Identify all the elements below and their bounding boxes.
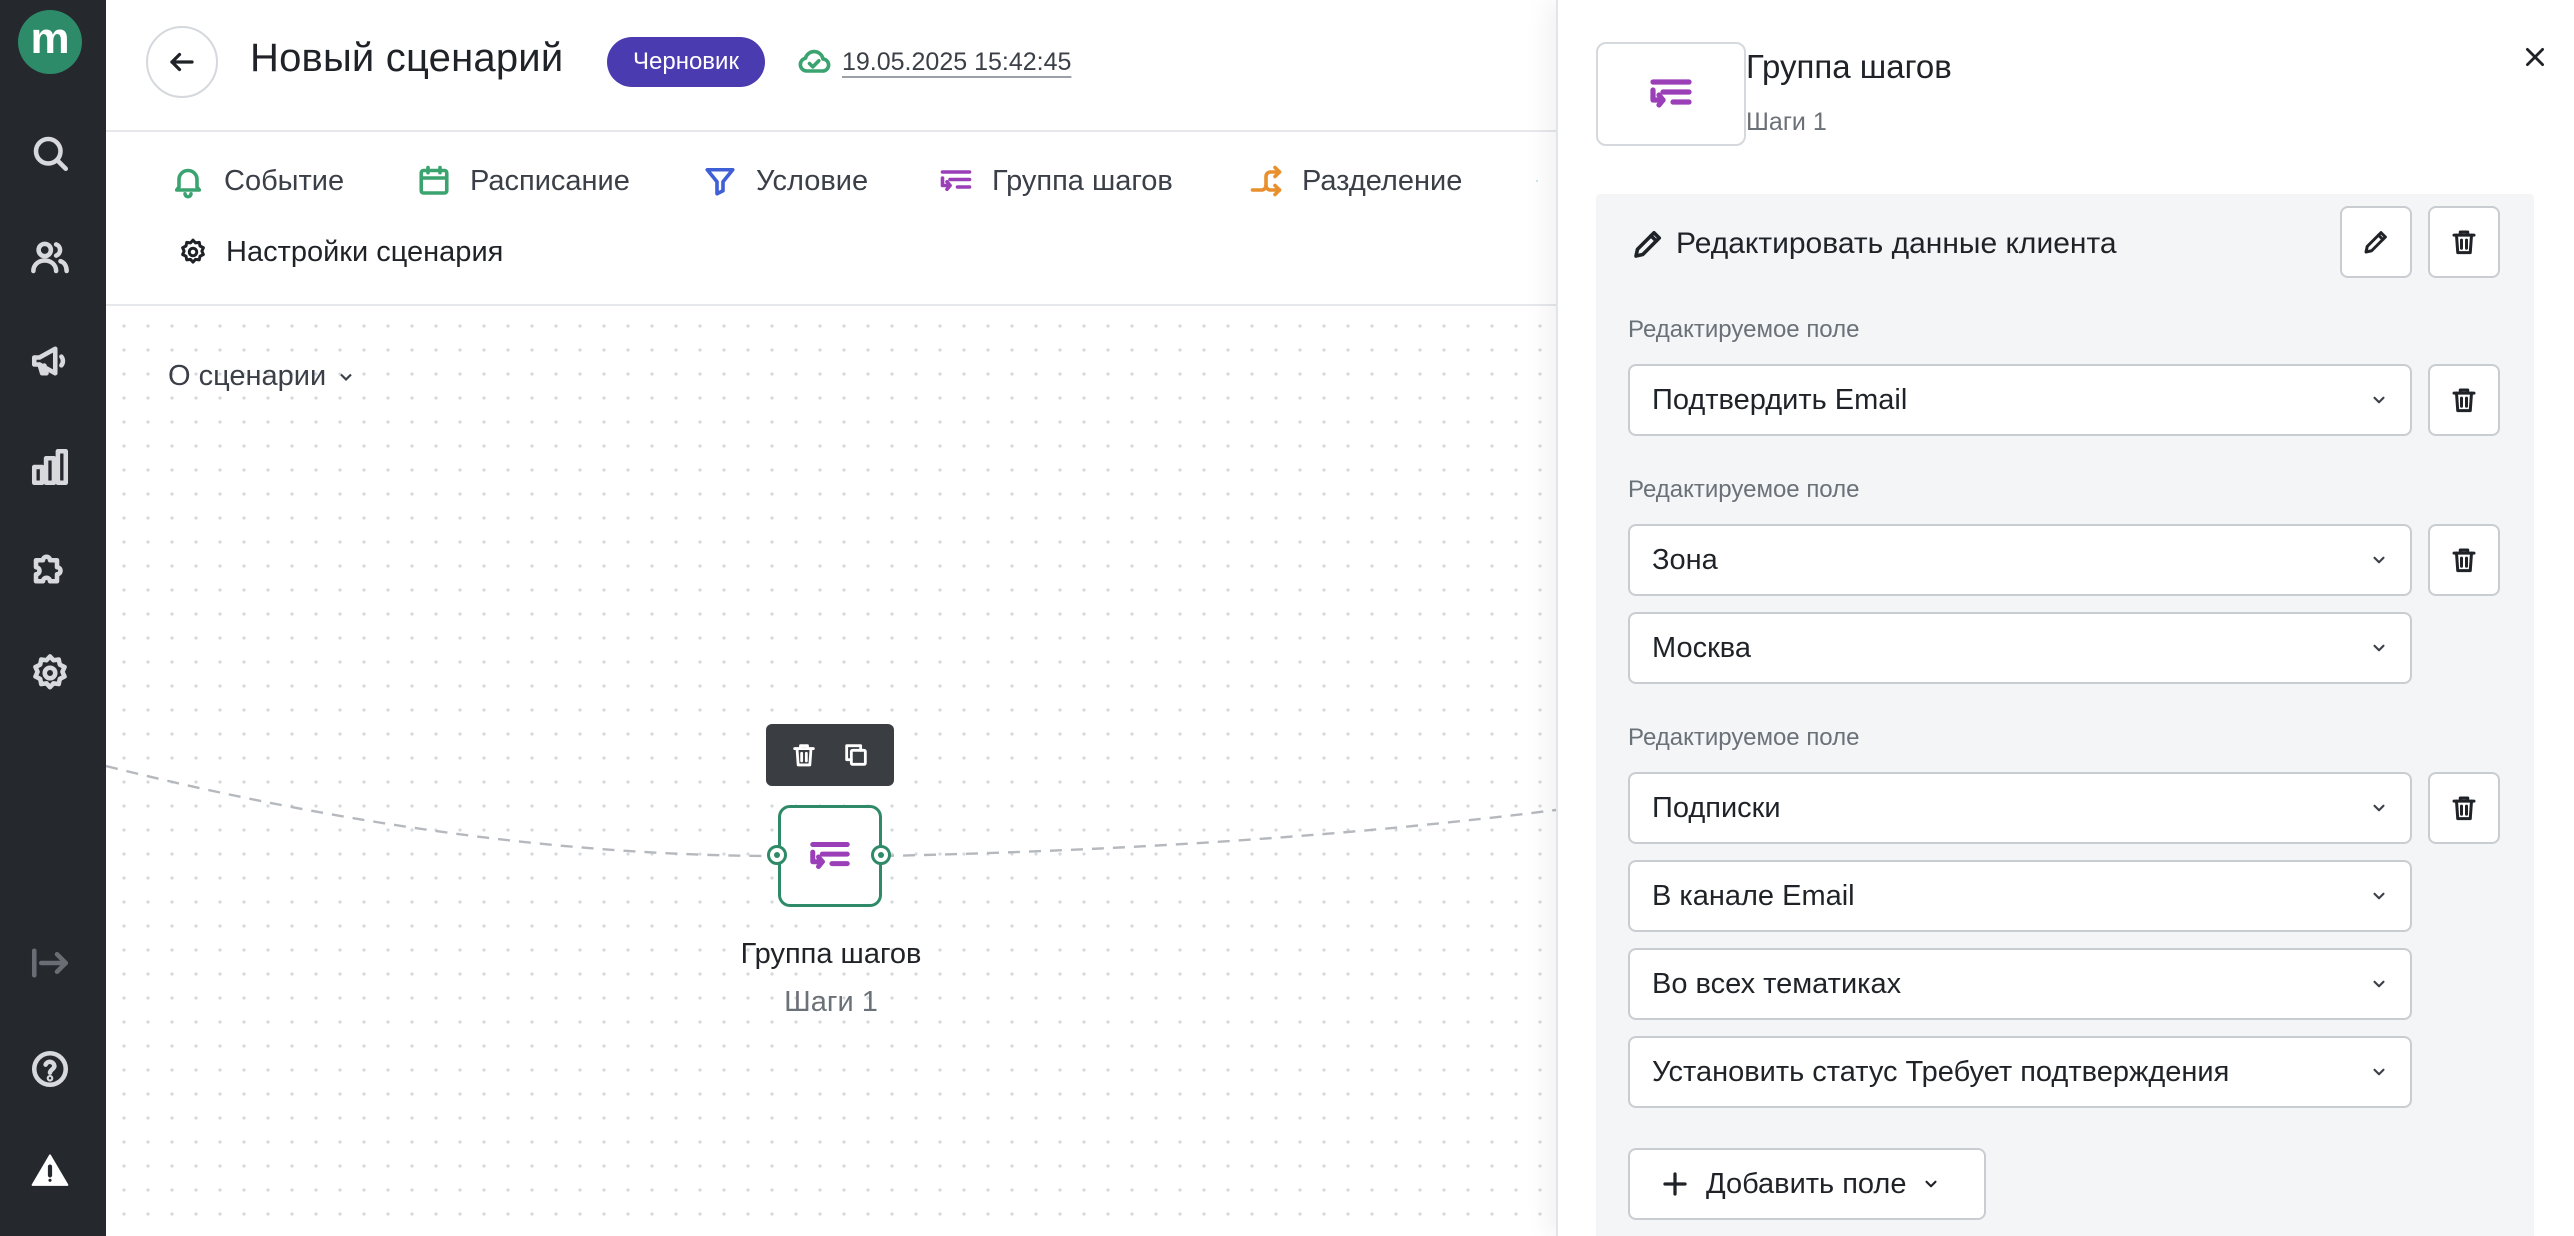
delete-step-button[interactable]: [2428, 206, 2500, 278]
tool-split[interactable]: Разделение: [1248, 159, 1462, 203]
search-icon[interactable]: [23, 126, 77, 180]
field-select-subscriptions[interactable]: Подписки: [1628, 772, 2412, 844]
tool-partial[interactable]: [1536, 159, 1556, 203]
about-scenario-dropdown[interactable]: О сценарии: [168, 360, 356, 393]
field-select-zone[interactable]: Зона: [1628, 524, 2412, 596]
users-icon[interactable]: [23, 230, 77, 284]
node-input-port[interactable]: [767, 845, 787, 865]
delete-field-button[interactable]: [2428, 772, 2500, 844]
tool-schedule[interactable]: Расписание: [416, 159, 630, 203]
edit-client-data-step: Редактировать данные клиента Редактируем…: [1596, 194, 2534, 1236]
node-title: Группа шагов: [740, 938, 922, 970]
chevron-down-icon: [2373, 644, 2385, 652]
subscription-status-select[interactable]: Установить статус Требует подтверждения: [1628, 1036, 2412, 1108]
step-toolbar: Событие Расписание Условие Группа шагов …: [106, 134, 1556, 306]
field-label: Редактируемое поле: [1628, 724, 1860, 751]
step-group-icon: [810, 842, 850, 870]
warning-icon[interactable]: [23, 1144, 77, 1198]
trash-icon: [2452, 548, 2476, 573]
plus-icon: [1663, 1172, 1687, 1196]
filter-icon: [705, 167, 735, 196]
close-icon: [2526, 48, 2544, 66]
panel-node-icon: [1596, 42, 1746, 146]
tool-condition[interactable]: Условие: [702, 159, 868, 203]
delete-field-button[interactable]: [2428, 364, 2500, 436]
step-title: Редактировать данные клиента: [1676, 227, 2117, 260]
trash-icon: [2452, 388, 2476, 413]
step-header: Редактировать данные клиента: [1630, 222, 2117, 266]
node-toolbar: [766, 724, 894, 786]
delete-field-button[interactable]: [2428, 524, 2500, 596]
step-group-node[interactable]: [778, 805, 882, 907]
tool-event[interactable]: Событие: [170, 159, 344, 203]
megaphone-icon[interactable]: [23, 334, 77, 388]
scenario-header: Новый сценарий Черновик 19.05.2025 15:42…: [106, 0, 1556, 132]
edit-step-button[interactable]: [2340, 206, 2412, 278]
trash-icon: [2452, 796, 2476, 821]
chevron-down-icon: [340, 373, 352, 381]
chevron-down-icon: [2373, 396, 2385, 404]
node-output-port[interactable]: [871, 845, 891, 865]
back-button[interactable]: [146, 26, 218, 98]
cloud-check-icon: [798, 49, 831, 73]
pencil-icon: [1634, 230, 1662, 258]
calendar-icon: [419, 165, 449, 195]
page-title[interactable]: Новый сценарий: [250, 36, 563, 81]
zone-value-select[interactable]: Москва: [1628, 612, 2412, 684]
chevron-down-icon: [2373, 804, 2385, 812]
scenario-settings-button[interactable]: Настройки сценария: [178, 230, 503, 274]
chevron-down-icon: [2373, 892, 2385, 900]
step-group-icon: [940, 170, 972, 192]
step-details-panel: Группа шагов Шаги 1 Редактировать данные…: [1556, 0, 2574, 1236]
subscription-channel-select[interactable]: В канале Email: [1628, 860, 2412, 932]
clock-icon: [1536, 180, 1538, 182]
subscription-topic-select[interactable]: Во всех тематиках: [1628, 948, 2412, 1020]
panel-title: Группа шагов: [1746, 48, 1952, 85]
status-badge: Черновик: [607, 37, 765, 87]
chevron-down-icon: [2373, 980, 2385, 988]
trash-icon[interactable]: [790, 741, 818, 769]
arrow-left-icon: [170, 52, 194, 72]
field-label: Редактируемое поле: [1628, 316, 1860, 343]
add-field-button[interactable]: Добавить поле: [1628, 1148, 1986, 1220]
field-label: Редактируемое поле: [1628, 476, 1860, 503]
analytics-icon[interactable]: [23, 440, 77, 494]
collapse-icon[interactable]: [23, 936, 77, 990]
step-group-icon: [1650, 79, 1692, 108]
trash-icon: [2452, 230, 2476, 255]
save-status[interactable]: 19.05.2025 15:42:45: [796, 44, 1071, 80]
left-rail: m: [0, 0, 106, 1236]
node-subtitle: Шаги 1: [784, 986, 878, 1018]
chevron-down-icon: [1925, 1180, 1938, 1188]
tool-step-group[interactable]: Группа шагов: [938, 159, 1173, 203]
puzzle-icon[interactable]: [23, 542, 77, 596]
saved-timestamp[interactable]: 19.05.2025 15:42:45: [842, 48, 1071, 77]
field-select-confirm-email[interactable]: Подтвердить Email: [1628, 364, 2412, 436]
split-icon: [1250, 165, 1282, 197]
outgoing-connection: [881, 808, 1556, 858]
gear-icon[interactable]: [23, 646, 77, 700]
incoming-connection: [106, 764, 779, 858]
scenario-canvas[interactable]: О сценарии Группа шагов Шаги 1: [106, 308, 1556, 1236]
logo[interactable]: m: [18, 10, 82, 74]
help-icon[interactable]: [23, 1042, 77, 1096]
bell-icon: [174, 168, 202, 199]
chevron-down-icon: [2373, 556, 2385, 564]
panel-subtitle: Шаги 1: [1746, 108, 1827, 136]
close-panel-button[interactable]: [2518, 40, 2552, 74]
chevron-down-icon: [2373, 1068, 2385, 1076]
gear-icon: [181, 238, 205, 264]
pencil-icon: [2364, 231, 2387, 254]
copy-icon[interactable]: [842, 741, 870, 769]
